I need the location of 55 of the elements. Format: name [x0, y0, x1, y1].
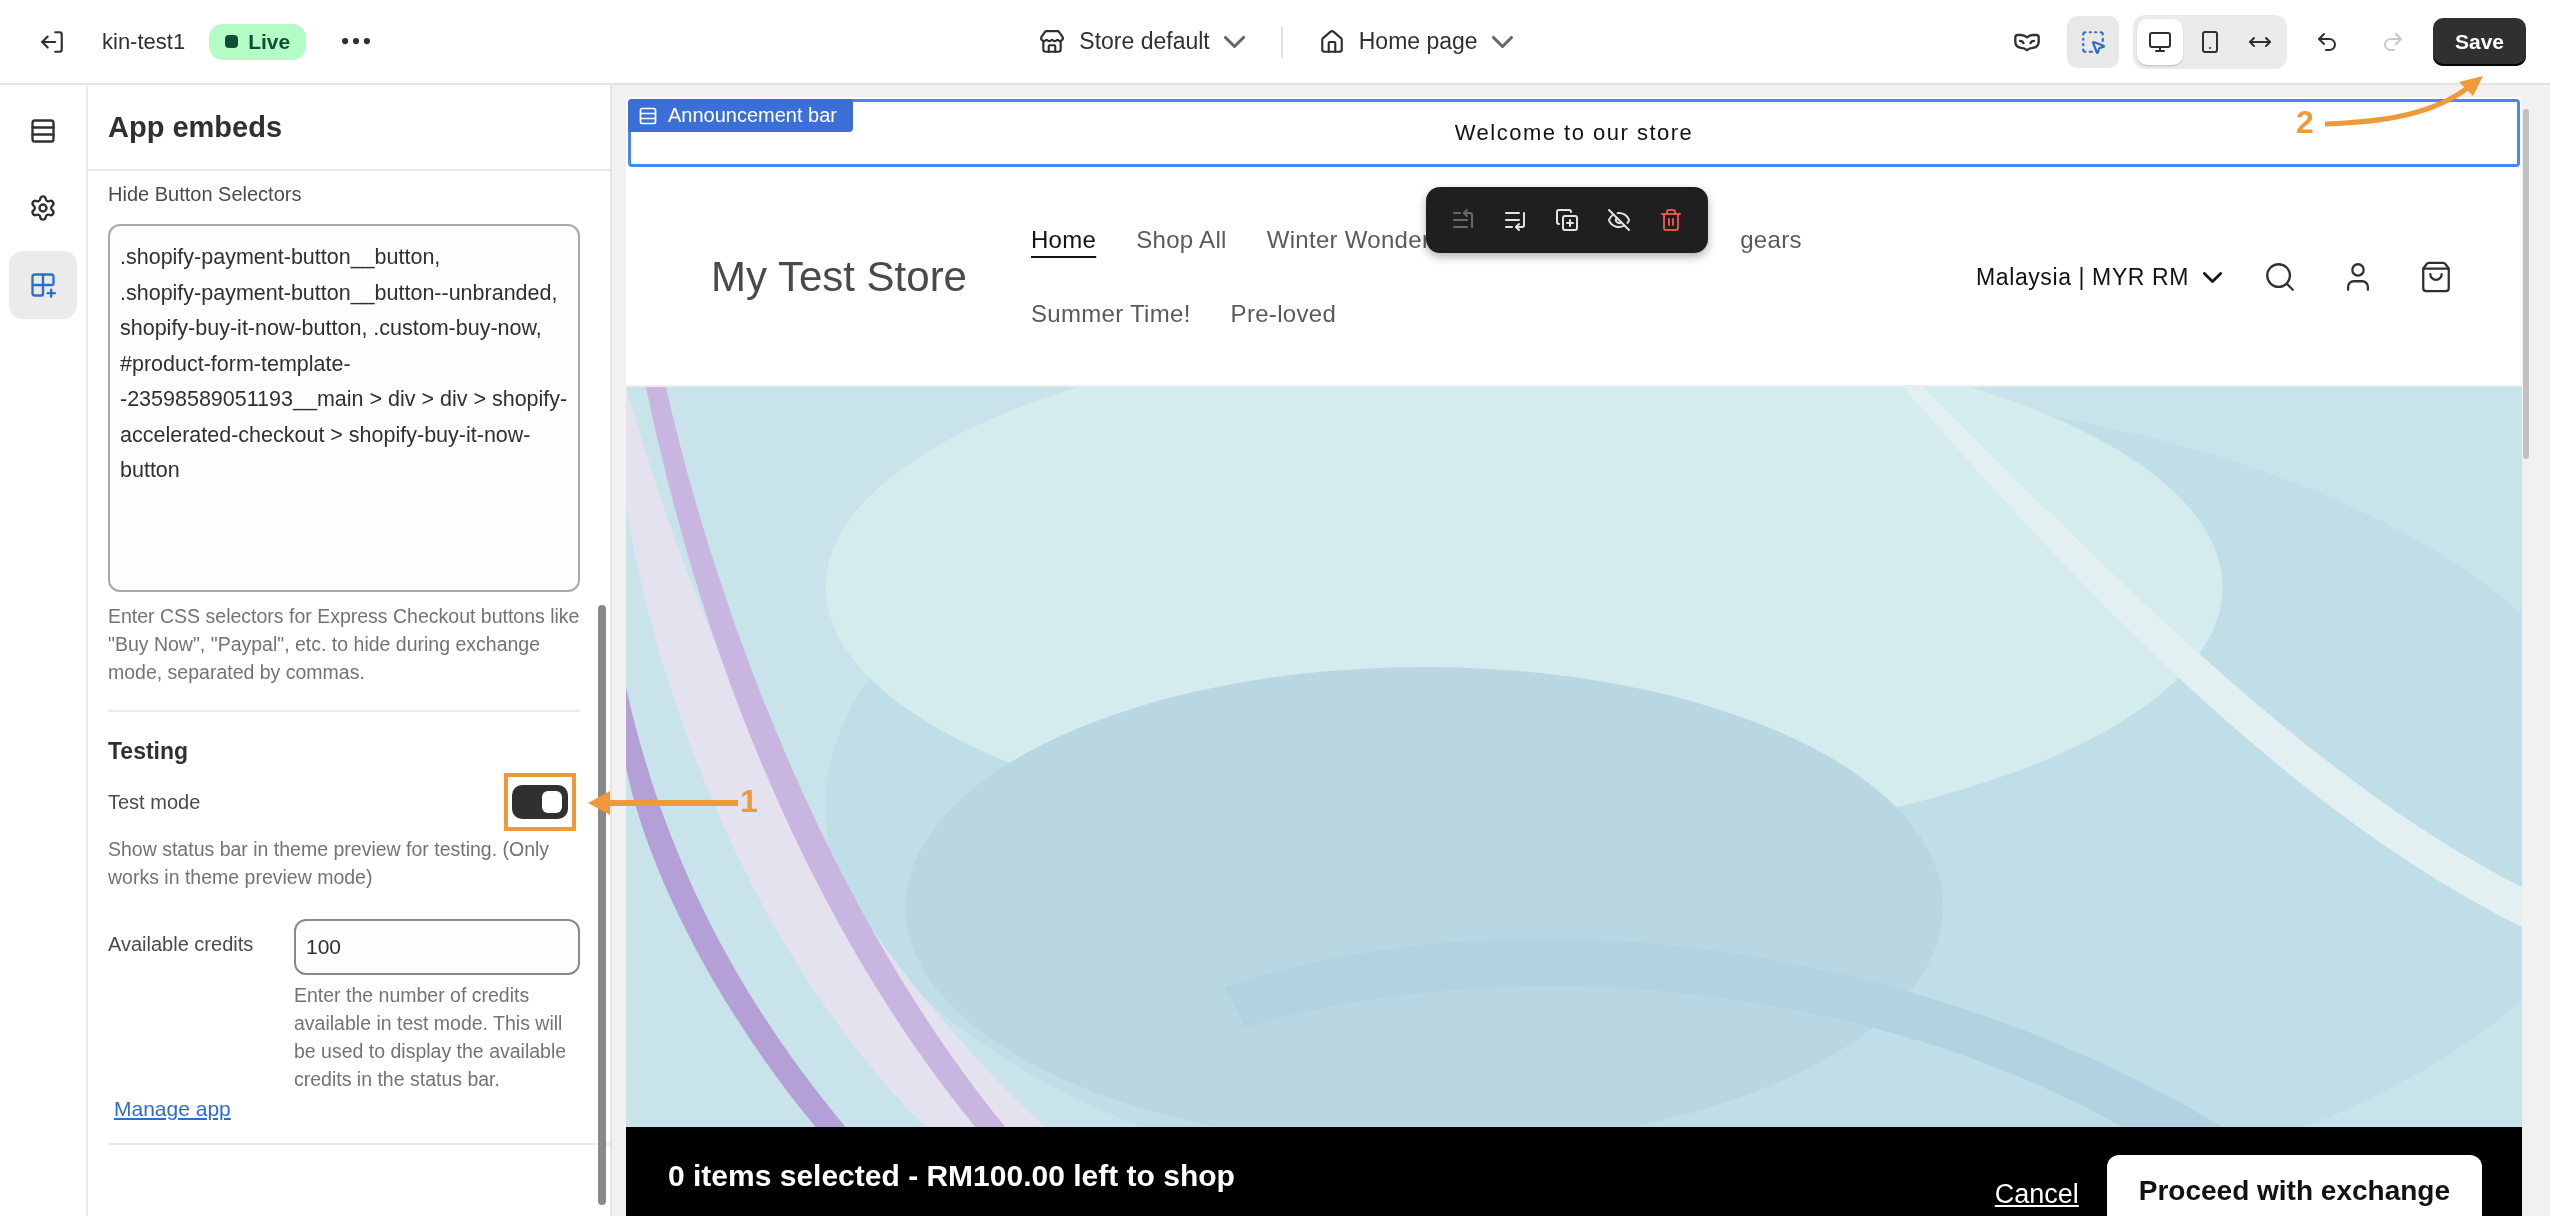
apps-button[interactable]	[9, 251, 77, 319]
chevron-down-icon	[2203, 271, 2222, 283]
store-icon	[1039, 28, 1066, 55]
settings-icon	[29, 194, 57, 222]
announcement-text: Welcome to our store	[1454, 120, 1694, 146]
annotation-number: 2	[2296, 104, 2314, 141]
sections-icon	[29, 117, 57, 145]
desktop-view-button[interactable]	[2136, 18, 2183, 65]
cursor-select-icon	[2079, 28, 2106, 55]
toggle-label: Test mode	[108, 790, 201, 814]
help-text: Enter the number of credits available in test mode. This will be used to display the available credits in the status bar.	[294, 983, 568, 1092]
section-label: Announcement bar	[628, 99, 853, 132]
search-icon	[2263, 260, 2297, 294]
credits-field[interactable]: 100	[294, 919, 580, 975]
section-icon	[638, 105, 658, 126]
annotation-number: 1	[740, 783, 758, 820]
eye-off-icon	[1607, 208, 1631, 232]
scrollbar[interactable]	[2523, 109, 2529, 459]
test-mode-toggle[interactable]	[512, 785, 568, 819]
live-badge: Live	[209, 23, 307, 60]
nav-link[interactable]: Shop All	[1136, 226, 1227, 254]
apps-icon	[29, 271, 57, 299]
save-button[interactable]: Save	[2432, 17, 2526, 66]
bag-icon	[2419, 260, 2453, 294]
nav-link[interactable]: gears	[1740, 226, 1802, 254]
scrollbar[interactable]	[598, 605, 606, 1205]
trash-icon	[1659, 208, 1683, 232]
locale-selector[interactable]: Malaysia | MYR RM	[1970, 262, 2228, 292]
highlight-box	[504, 773, 576, 831]
cancel-link[interactable]: Cancel	[1994, 1179, 2079, 1210]
theme-selector[interactable]: Store default	[1033, 27, 1251, 56]
proceed-button[interactable]: Proceed with exchange	[2106, 1155, 2482, 1216]
field-label: Available credits	[108, 933, 255, 956]
store-name: kin-test1	[102, 28, 186, 55]
selectors-field[interactable]: .shopify-payment-button__button, .shopify-payment-button__button--unbranded, shopify-buy-it-now-button, .custom-buy-now, #product-form-template--23598589051193__main > div > div > shopify-accelerated-checkout > shopify-buy-it-now-button	[108, 224, 580, 592]
house-icon	[1318, 28, 1345, 55]
monitor-icon	[2147, 29, 2172, 54]
nav-link[interactable]: Home	[1031, 226, 1097, 254]
panel-title: App embeds	[108, 110, 283, 144]
chevron-down-icon	[1223, 35, 1245, 48]
nav-link[interactable]: Summer Time!	[1031, 300, 1191, 328]
chevron-down-icon	[1491, 35, 1513, 48]
store-logo[interactable]: My Test Store	[711, 253, 967, 301]
page-selector[interactable]: Home page	[1312, 27, 1519, 56]
help-text: Enter CSS selectors for Express Checkout buttons like "Buy Now", "Paypal", etc. to hide during exchange mode, separated by commas.	[108, 604, 580, 685]
field-label: Hide Button Selectors	[108, 183, 303, 206]
exit-icon	[39, 28, 65, 55]
exchange-summary: 0 items selected - RM100.00 left to shop	[668, 1159, 1236, 1193]
more-icon	[342, 38, 371, 45]
section-heading: Testing	[108, 738, 190, 765]
duplicate-icon	[1555, 208, 1579, 232]
manage-app-link[interactable]: Manage app	[114, 1097, 231, 1121]
help-text: Show status bar in theme preview for testing. (Only works in theme preview mode)	[108, 837, 551, 890]
inspect-button[interactable]	[2066, 15, 2119, 68]
nav-link[interactable]: Pre-loved	[1230, 300, 1337, 328]
